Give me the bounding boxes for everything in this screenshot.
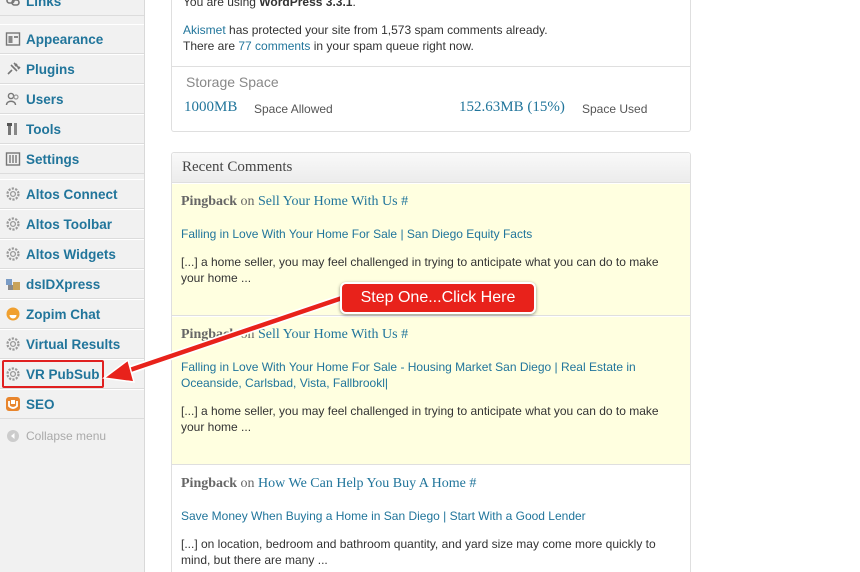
spam-queue-line: There are 77 comments in your spam queue… <box>183 39 474 53</box>
version-suffix: . <box>352 0 356 9</box>
sidebar-item-label: Tools <box>26 121 61 137</box>
settings-icon <box>4 150 22 168</box>
comment-post-link[interactable]: Sell Your Home With Us # <box>258 194 408 209</box>
sidebar-item-altos-connect[interactable]: Altos Connect <box>0 179 144 209</box>
comment-type: Pingback <box>181 327 238 342</box>
sidebar-item-tools[interactable]: Tools <box>0 114 144 144</box>
comment-excerpt: [...] on location, bedroom and bathroom … <box>181 537 656 567</box>
gear-icon <box>4 215 22 233</box>
sidebar-item-label: VR PubSub <box>26 366 100 382</box>
comment-title-link[interactable]: Falling in Love With Your Home For Sale … <box>181 359 661 391</box>
gear-icon <box>4 185 22 203</box>
step-one-callout: Step One...Click Here <box>340 282 536 314</box>
spam-comments-link[interactable]: 77 comments <box>238 39 310 53</box>
admin-sidebar: Links Appearance Plugins Users Tools Set… <box>0 0 145 572</box>
space-allowed-label: Space Allowed <box>254 102 333 116</box>
sidebar-item-label: Appearance <box>26 31 104 47</box>
recent-comments-panel: Recent Comments Pingback on Sell Your Ho… <box>171 152 691 572</box>
sidebar-item-users[interactable]: Users <box>0 84 144 114</box>
comment-type: Pingback <box>181 194 238 209</box>
comment-type: Pingback <box>181 476 238 491</box>
sidebar-item-dsidxpress[interactable]: dsIDXpress <box>0 269 144 299</box>
wordpress-version: WordPress 3.3.1 <box>259 0 353 9</box>
akismet-line: Akismet has protected your site from 1,5… <box>183 23 548 37</box>
sidebar-item-label: Users <box>26 91 64 107</box>
sidebar-item-label: Settings <box>26 151 80 167</box>
seo-icon <box>4 395 22 413</box>
comment-title-link[interactable]: Save Money When Buying a Home in San Die… <box>181 508 661 524</box>
akismet-text: has protected your site from 1,573 spam … <box>225 23 548 37</box>
sidebar-item-appearance[interactable]: Appearance <box>0 24 144 54</box>
sidebar-item-label: Altos Toolbar <box>26 216 112 232</box>
comment-post-link[interactable]: Sell Your Home With Us # <box>258 327 408 342</box>
gear-icon <box>4 245 22 263</box>
sidebar-item-label: Plugins <box>26 61 75 77</box>
comment-item: Pingback on How We Can Help You Buy A Ho… <box>172 466 690 572</box>
queue-prefix: There are <box>183 39 239 53</box>
akismet-link[interactable]: Akismet <box>183 23 226 37</box>
plugins-icon <box>4 60 22 78</box>
sidebar-item-virtual-results[interactable]: Virtual Results <box>0 329 144 359</box>
space-used-value[interactable]: 152.63MB (15%) <box>459 99 565 116</box>
comment-meta: Pingback on Sell Your Home With Us # <box>181 327 408 343</box>
sidebar-item-altos-widgets[interactable]: Altos Widgets <box>0 239 144 269</box>
tools-icon <box>4 120 22 138</box>
recent-comments-title[interactable]: Recent Comments <box>172 153 690 183</box>
gear-icon <box>4 335 22 353</box>
sidebar-item-altos-toolbar[interactable]: Altos Toolbar <box>0 209 144 239</box>
sidebar-item-label: Zopim Chat <box>26 306 101 322</box>
comment-title-link[interactable]: Falling in Love With Your Home For Sale … <box>181 226 661 242</box>
sidebar-item-vr-pubsub[interactable]: VR PubSub <box>0 359 144 389</box>
comment-item: Pingback on Sell Your Home With Us # Fal… <box>172 317 690 465</box>
right-now-panel: You are using WordPress 3.3.1. Akismet h… <box>171 0 691 132</box>
sidebar-item-label: Virtual Results <box>26 336 121 352</box>
collapse-menu-button[interactable]: Collapse menu <box>0 424 144 448</box>
comment-meta: Pingback on Sell Your Home With Us # <box>181 194 408 210</box>
sidebar-item-label: Links <box>26 0 62 9</box>
sidebar-item-label: SEO <box>26 396 55 412</box>
version-line: You are using WordPress 3.3.1. <box>183 0 356 9</box>
storage-title: Storage Space <box>186 74 279 90</box>
collapse-menu-label: Collapse menu <box>26 429 107 443</box>
sidebar-item-links[interactable]: Links <box>0 0 144 16</box>
appearance-icon <box>4 30 22 48</box>
sidebar-item-label: Altos Widgets <box>26 246 116 262</box>
comment-on-word: on <box>240 476 255 491</box>
storage-space-box: Storage Space 1000MB Space Allowed 152.6… <box>172 66 690 130</box>
sidebar-item-plugins[interactable]: Plugins <box>0 54 144 84</box>
space-allowed-value[interactable]: 1000MB <box>184 99 237 116</box>
comment-on-word: on <box>240 194 255 209</box>
sidebar-item-zopim-chat[interactable]: Zopim Chat <box>0 299 144 329</box>
collapse-arrow-icon <box>4 427 22 445</box>
queue-suffix: in your spam queue right now. <box>310 39 474 53</box>
version-prefix: You are using <box>183 0 260 9</box>
gear-icon <box>4 365 22 383</box>
links-icon <box>4 0 22 10</box>
comment-on-word: on <box>240 327 255 342</box>
zopim-icon <box>4 305 22 323</box>
sidebar-item-seo[interactable]: SEO <box>0 389 144 419</box>
comment-excerpt: [...] a home seller, you may feel challe… <box>181 404 659 434</box>
users-icon <box>4 90 22 108</box>
space-used-label: Space Used <box>582 102 648 116</box>
comment-post-link[interactable]: How We Can Help You Buy A Home # <box>258 476 476 491</box>
sidebar-item-label: dsIDXpress <box>26 276 101 292</box>
sidebar-item-settings[interactable]: Settings <box>0 144 144 174</box>
sidebar-item-label: Altos Connect <box>26 186 118 202</box>
comment-meta: Pingback on How We Can Help You Buy A Ho… <box>181 476 476 492</box>
dsidxpress-icon <box>4 275 22 293</box>
